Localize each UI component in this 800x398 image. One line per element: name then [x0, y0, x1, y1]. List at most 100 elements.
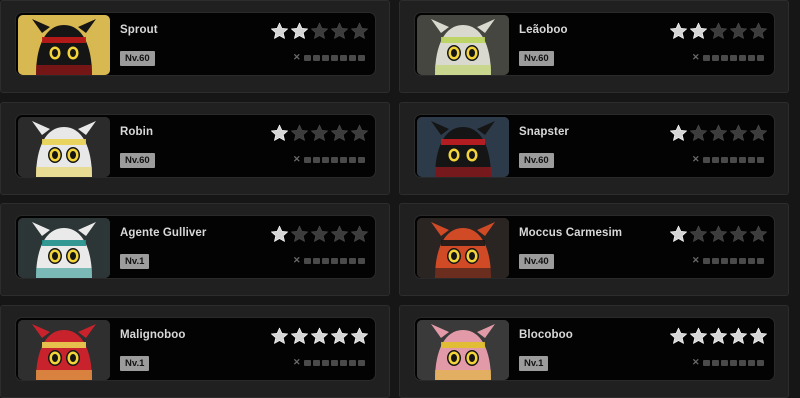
progress-segments: [702, 257, 764, 264]
character-card[interactable]: Blocoboo Nv.1 ✕: [414, 317, 775, 381]
progress-segment: [702, 359, 710, 366]
progress-segment: [711, 54, 719, 61]
character-portrait: [18, 218, 110, 278]
level-badge: Nv.1: [120, 254, 150, 269]
star-filled-icon: [291, 22, 308, 39]
progress-segment: [702, 156, 710, 163]
character-card[interactable]: Moccus Carmesim Nv.40 ✕: [414, 215, 775, 279]
character-card-outer: Malignoboo Nv.1 ✕: [0, 305, 390, 398]
progress-segment: [720, 359, 728, 366]
character-card-outer: Sprout Nv.60 ✕: [0, 0, 390, 93]
star-empty-icon: [690, 225, 707, 242]
star-filled-icon: [271, 124, 288, 141]
star-filled-icon: [291, 327, 308, 344]
progress-segments: [702, 359, 764, 366]
progress-segments: [702, 54, 764, 61]
character-name: Snapster: [519, 126, 570, 138]
star-filled-icon: [690, 22, 707, 39]
x-marker-icon: ✕: [692, 255, 700, 265]
progress-segment: [321, 156, 329, 163]
progress-segment: [348, 359, 356, 366]
star-filled-icon: [271, 22, 288, 39]
character-card[interactable]: Sprout Nv.60 ✕: [15, 12, 376, 76]
character-name: Leãoboo: [519, 24, 568, 36]
character-portrait: [18, 320, 110, 380]
star-filled-icon: [670, 225, 687, 242]
character-portrait: [417, 320, 509, 380]
level-badge: Nv.60: [120, 153, 155, 168]
progress-segment: [720, 257, 728, 264]
star-filled-icon: [750, 327, 767, 344]
star-rating: [669, 327, 768, 345]
progress-segment: [303, 257, 311, 264]
star-empty-icon: [291, 124, 308, 141]
progress-segment: [348, 54, 356, 61]
star-progress: ✕: [692, 53, 764, 62]
star-empty-icon: [730, 124, 747, 141]
progress-segment: [738, 257, 746, 264]
character-portrait: [417, 15, 509, 75]
x-marker-icon: ✕: [293, 52, 301, 62]
star-rating: [669, 22, 768, 40]
character-card[interactable]: Snapster Nv.60 ✕: [414, 114, 775, 178]
progress-segment: [729, 359, 737, 366]
star-filled-icon: [311, 327, 328, 344]
progress-segment: [312, 257, 320, 264]
star-filled-icon: [710, 327, 727, 344]
progress-segment: [330, 359, 338, 366]
star-filled-icon: [670, 124, 687, 141]
x-marker-icon: ✕: [692, 154, 700, 164]
progress-segment: [330, 54, 338, 61]
progress-segment: [348, 156, 356, 163]
x-marker-icon: ✕: [293, 357, 301, 367]
star-rating: [270, 22, 369, 40]
star-empty-icon: [710, 124, 727, 141]
star-empty-icon: [311, 22, 328, 39]
star-progress: ✕: [692, 256, 764, 265]
star-progress: ✕: [293, 358, 365, 367]
progress-segment: [720, 156, 728, 163]
character-portrait: [417, 218, 509, 278]
character-name: Sprout: [120, 24, 158, 36]
character-portrait: [18, 117, 110, 177]
star-filled-icon: [670, 327, 687, 344]
star-filled-icon: [351, 327, 368, 344]
progress-segment: [339, 359, 347, 366]
character-card[interactable]: Agente Gulliver Nv.1 ✕: [15, 215, 376, 279]
x-marker-icon: ✕: [692, 52, 700, 62]
progress-segment: [330, 257, 338, 264]
progress-segment: [711, 257, 719, 264]
star-empty-icon: [710, 22, 727, 39]
progress-segment: [312, 54, 320, 61]
progress-segment: [729, 54, 737, 61]
progress-segments: [702, 156, 764, 163]
star-rating: [669, 225, 768, 243]
progress-segment: [711, 359, 719, 366]
character-card-outer: Leãoboo Nv.60 ✕: [399, 0, 789, 93]
progress-segment: [303, 54, 311, 61]
progress-segment: [357, 156, 365, 163]
x-marker-icon: ✕: [692, 357, 700, 367]
character-name: Blocoboo: [519, 329, 573, 341]
character-card[interactable]: Leãoboo Nv.60 ✕: [414, 12, 775, 76]
character-card[interactable]: Malignoboo Nv.1 ✕: [15, 317, 376, 381]
star-empty-icon: [690, 124, 707, 141]
progress-segment: [357, 359, 365, 366]
progress-segment: [357, 257, 365, 264]
progress-segment: [339, 54, 347, 61]
progress-segment: [339, 156, 347, 163]
level-badge: Nv.60: [519, 51, 554, 66]
character-card-outer: Blocoboo Nv.1 ✕: [399, 305, 789, 398]
progress-segment: [756, 156, 764, 163]
star-rating: [270, 225, 369, 243]
character-portrait: [417, 117, 509, 177]
progress-segment: [321, 359, 329, 366]
x-marker-icon: ✕: [293, 154, 301, 164]
progress-segment: [729, 156, 737, 163]
character-card[interactable]: Robin Nv.60 ✕: [15, 114, 376, 178]
star-progress: ✕: [293, 53, 365, 62]
star-empty-icon: [351, 225, 368, 242]
progress-segment: [303, 156, 311, 163]
star-empty-icon: [291, 225, 308, 242]
progress-segment: [321, 54, 329, 61]
